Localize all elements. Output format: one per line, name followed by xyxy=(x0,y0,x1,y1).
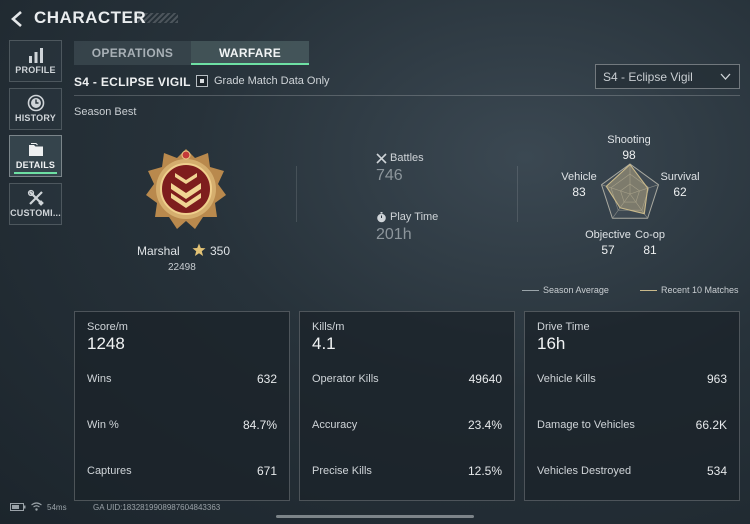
active-indicator xyxy=(14,172,57,174)
stat-label: Wins xyxy=(87,373,112,385)
sidebar-item-profile[interactable]: PROFILE xyxy=(9,40,62,82)
divider xyxy=(296,166,297,222)
divider xyxy=(74,95,740,96)
tab-operations[interactable]: OPERATIONS xyxy=(74,41,191,65)
stat-value: 963 xyxy=(706,372,727,386)
card-header-label: Score/m xyxy=(87,321,128,333)
stat-card-vehicle: Drive Time 16h Vehicle Kills 963 Damage … xyxy=(524,311,740,501)
ping-text: 54ms xyxy=(47,503,67,512)
battery-icon xyxy=(10,503,26,511)
rank-score: 22498 xyxy=(168,262,196,273)
radar-value-shooting: 98 xyxy=(622,148,636,162)
stat-label: Win % xyxy=(87,419,119,431)
chevron-down-icon xyxy=(720,73,731,80)
battles-value: 746 xyxy=(376,167,403,184)
playtime-label: Play Time xyxy=(390,211,439,223)
clock-icon xyxy=(27,94,44,112)
page-title: CHARACTER xyxy=(34,8,147,27)
legend-season-average-swatch xyxy=(522,290,539,291)
stat-label: Operator Kills xyxy=(312,373,379,385)
stat-value: 66.2K xyxy=(695,418,727,432)
legend-recent-matches: Recent 10 Matches xyxy=(661,285,739,295)
radar-label-shooting: Shooting xyxy=(607,134,651,146)
stat-value: 49640 xyxy=(468,372,502,386)
sidebar-item-label: CUSTOMI... xyxy=(10,208,61,218)
marshal-rank-medal-icon xyxy=(146,149,226,229)
bar-chart-icon xyxy=(28,48,43,63)
sidebar-item-details[interactable]: DETAILS xyxy=(9,135,62,177)
back-arrow-icon[interactable] xyxy=(8,9,28,29)
card-header-value: 16h xyxy=(537,334,566,353)
legend-recent-swatch xyxy=(640,290,657,291)
season-best-label: Season Best xyxy=(74,106,137,118)
title-decoration xyxy=(134,13,178,23)
card-header-value: 4.1 xyxy=(312,334,336,353)
radar-value-vehicle: 83 xyxy=(572,185,586,199)
stat-value: 534 xyxy=(706,464,727,478)
radar-label-survival: Survival xyxy=(660,171,700,183)
stat-label: Vehicle Kills xyxy=(537,373,596,385)
sidebar-item-history[interactable]: HISTORY xyxy=(9,88,62,130)
stat-value: 23.4% xyxy=(467,418,502,432)
tab-warfare[interactable]: WARFARE xyxy=(191,41,309,65)
stat-label: Damage to Vehicles xyxy=(537,419,635,431)
rank-points: 350 xyxy=(210,244,231,258)
stat-value: 632 xyxy=(256,372,277,386)
season-select-value: S4 - Eclipse Vigil xyxy=(603,70,693,84)
rank-name: Marshal xyxy=(137,244,180,258)
grade-match-label[interactable]: Grade Match Data Only xyxy=(214,75,330,87)
battles-label: Battles xyxy=(390,152,424,164)
stat-label: Precise Kills xyxy=(312,465,372,477)
stat-label: Vehicles Destroyed xyxy=(537,465,632,477)
radar-label-objective: Objective xyxy=(585,229,631,241)
card-header-value: 1248 xyxy=(87,334,125,353)
stat-label: Captures xyxy=(87,465,132,477)
radar-chart xyxy=(600,163,660,219)
sidebar-item-label: DETAILS xyxy=(15,160,56,170)
stat-value: 12.5% xyxy=(467,464,502,478)
tools-icon xyxy=(27,189,44,206)
season-select[interactable]: S4 - Eclipse Vigil xyxy=(595,64,740,89)
star-icon xyxy=(192,243,206,256)
season-title: S4 - ECLIPSE VIGIL xyxy=(74,75,191,89)
radar-label-vehicle: Vehicle xyxy=(561,171,597,183)
radar-value-survival: 62 xyxy=(673,185,687,199)
radar-value-objective: 57 xyxy=(601,243,615,257)
stopwatch-icon xyxy=(377,212,386,223)
folder-icon xyxy=(28,143,43,156)
stat-value: 671 xyxy=(256,464,277,478)
sidebar-item-label: HISTORY xyxy=(15,113,56,123)
divider xyxy=(517,166,518,222)
stat-card-score: Score/m 1248 Wins 632 Win % 84.7% Captur… xyxy=(74,311,290,501)
stat-label: Accuracy xyxy=(312,419,358,431)
sidebar-item-label: PROFILE xyxy=(15,65,56,75)
crossed-swords-icon xyxy=(376,153,387,164)
stat-value: 84.7% xyxy=(242,418,277,432)
wifi-icon xyxy=(31,502,42,511)
home-indicator[interactable] xyxy=(276,515,474,518)
grade-match-checkbox[interactable] xyxy=(196,75,208,87)
sidebar-item-customize[interactable]: CUSTOMI... xyxy=(9,183,62,225)
card-header-label: Kills/m xyxy=(312,321,345,333)
uid-text: GA UID:1832819908987604843363 xyxy=(93,503,221,512)
card-header-label: Drive Time xyxy=(537,321,590,333)
stat-card-kills: Kills/m 4.1 Operator Kills 49640 Accurac… xyxy=(299,311,515,501)
legend-season-average: Season Average xyxy=(543,285,609,295)
playtime-value: 201h xyxy=(376,226,412,243)
